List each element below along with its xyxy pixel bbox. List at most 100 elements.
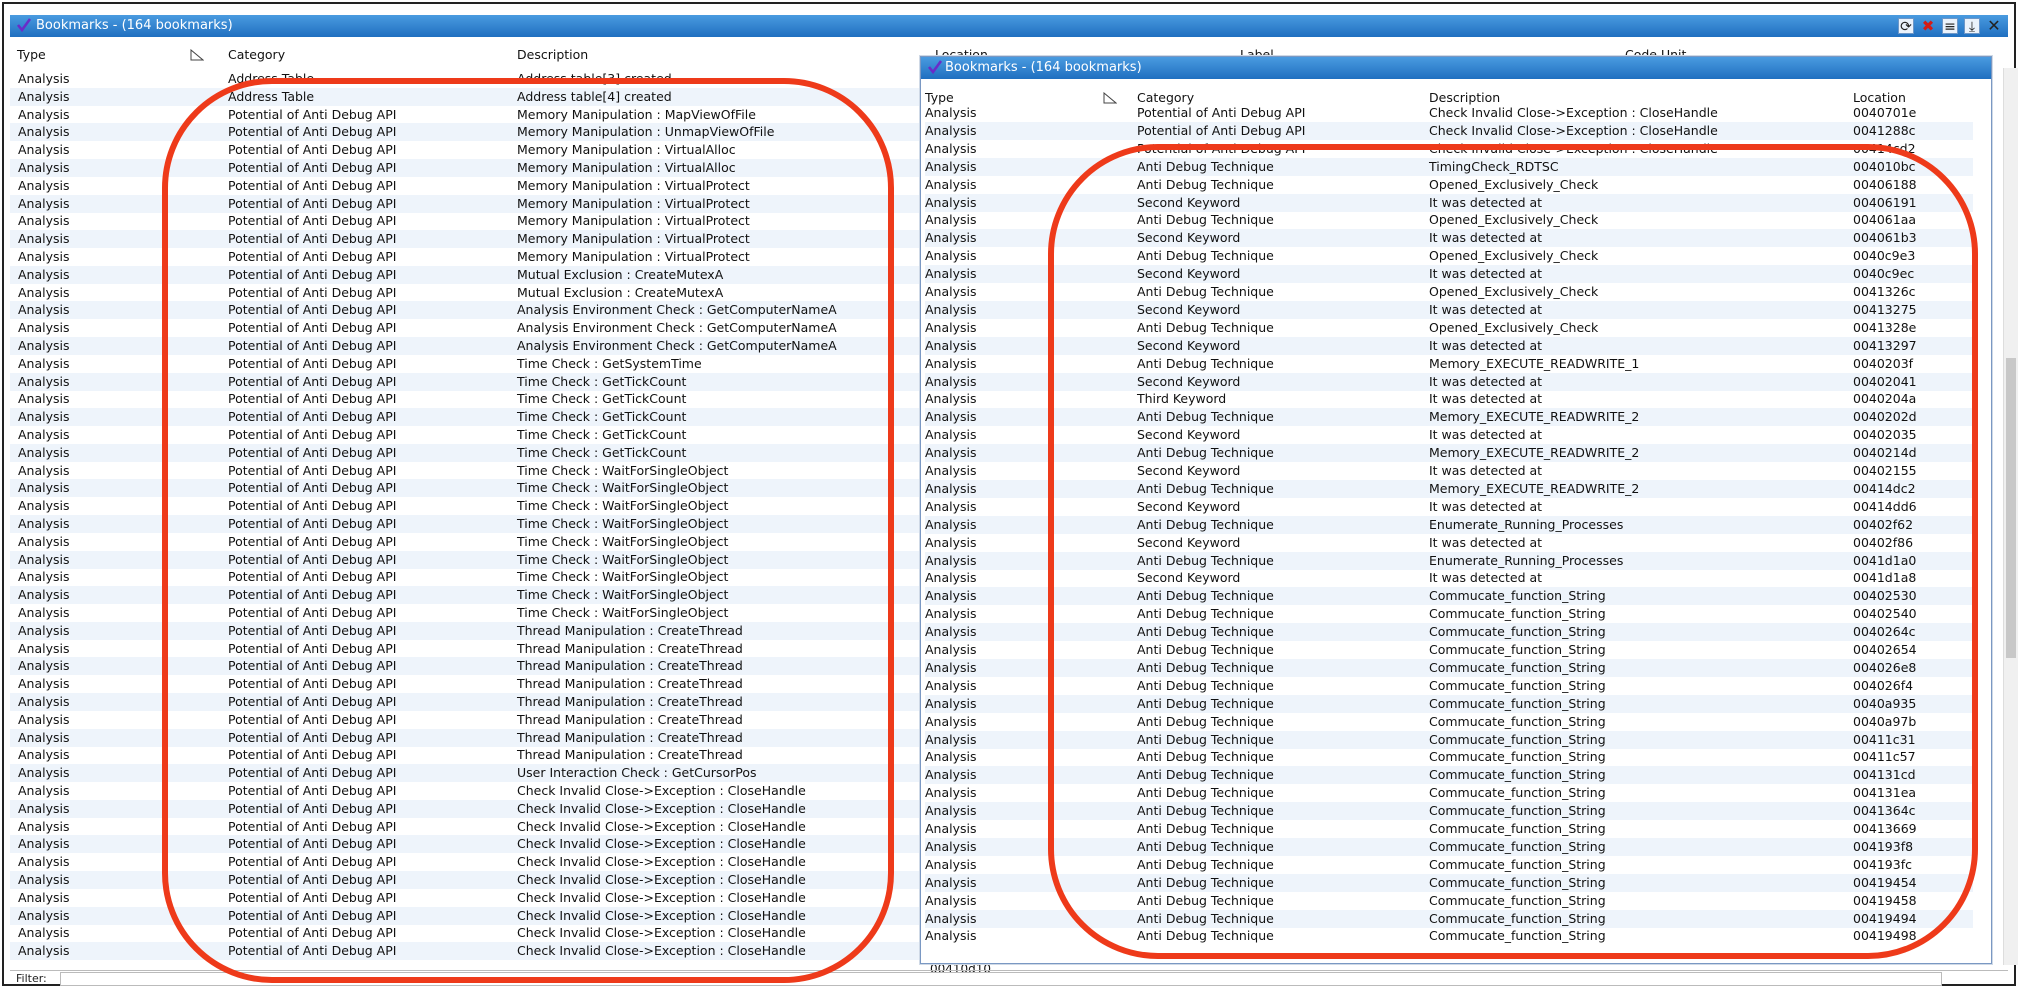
overlay-cell-location: 00419498: [1853, 928, 1917, 944]
overlay-table-row[interactable]: Analysis Anti Debug Technique Commucate_fu…: [925, 892, 1973, 910]
sort-indicator-icon[interactable]: [190, 49, 204, 61]
overlay-table-row[interactable]: Analysis Anti Debug Technique Memory_EXECU…: [925, 408, 1973, 427]
overlay-table-row[interactable]: Analysis Anti Debug Technique Opened_Exclu…: [925, 283, 1973, 301]
overlay-table-row[interactable]: Analysis Potential of Anti Debug API Check…: [925, 107, 1973, 122]
overlay-table-row[interactable]: Analysis Anti Debug Technique Opened_Exclu…: [925, 247, 1973, 265]
overlay-table-row[interactable]: Analysis Anti Debug Technique Commucate_fu…: [925, 677, 1973, 695]
column-header-category[interactable]: Category: [228, 47, 285, 65]
overlay-column-header-description[interactable]: Description: [1429, 90, 1500, 108]
overlay-cell-location: 004193fc: [1853, 856, 1912, 872]
cell-description: Memory Manipulation : UnmapViewOfFile: [517, 124, 775, 140]
cell-category: Potential of Anti Debug API: [228, 729, 397, 745]
overlay-cell-category: Anti Debug Technique: [1137, 767, 1274, 783]
overlay-table-row[interactable]: Analysis Anti Debug Technique Commucate_fu…: [925, 909, 1973, 928]
cell-description: Thread Manipulation : CreateThread: [517, 676, 743, 692]
overlay-cell-type: Analysis: [925, 158, 977, 174]
overlay-table-row[interactable]: Analysis Anti Debug Technique Commucate_fu…: [925, 713, 1973, 731]
overlay-cell-type: Analysis: [925, 516, 977, 532]
cell-type: Analysis: [18, 694, 70, 709]
cell-description: Memory Manipulation : VirtualProtect: [517, 195, 750, 211]
overlay-table-row[interactable]: Analysis Anti Debug Technique Commucate_fu…: [925, 766, 1973, 785]
overlay-table-row[interactable]: Analysis Anti Debug Technique TimingCheck_…: [925, 157, 1973, 176]
cell-description: Analysis Environment Check : GetComputer…: [517, 338, 837, 353]
overlay-table-row[interactable]: Analysis Anti Debug Technique Memory_EXECU…: [925, 444, 1973, 463]
overlay-table-row[interactable]: Analysis Second Keyword It was detected at…: [925, 300, 1973, 319]
overlay-table-row[interactable]: Analysis Potential of Anti Debug API Check…: [925, 140, 1973, 158]
overlay-cell-description: Opened_Exclusively_Check: [1429, 248, 1599, 264]
overlay-table-row[interactable]: Analysis Anti Debug Technique Opened_Exclu…: [925, 211, 1973, 229]
overlay-table-row[interactable]: Analysis Second Keyword It was detected at…: [925, 498, 1973, 516]
overlay-cell-type: Analysis: [925, 122, 977, 138]
overlay-table-row[interactable]: Analysis Second Keyword It was detected at…: [925, 534, 1973, 552]
overlay-table-row[interactable]: Analysis Second Keyword It was detected at…: [925, 372, 1973, 391]
cell-category: Potential of Anti Debug API: [228, 551, 397, 567]
overlay-cell-location: 00402041: [1853, 373, 1917, 389]
overlay-table-row[interactable]: Analysis Anti Debug Technique Enumerate_Ru…: [925, 551, 1973, 570]
overlay-table-row[interactable]: Analysis Anti Debug Technique Commucate_fu…: [925, 927, 1973, 945]
overlay-table-row[interactable]: Analysis Anti Debug Technique Opened_Exclu…: [925, 319, 1973, 337]
cell-description: Time Check : WaitForSingleObject: [517, 462, 729, 478]
overlay-table-row[interactable]: Analysis Anti Debug Technique Commucate_fu…: [925, 837, 1973, 856]
overlay-table-row[interactable]: Analysis Second Keyword It was detected at…: [925, 462, 1973, 480]
overlay-column-header-location[interactable]: Location: [1853, 90, 1906, 108]
overlay-cell-type: Analysis: [925, 230, 977, 246]
cell-description: Thread Manipulation : CreateThread: [517, 658, 743, 674]
column-header-type[interactable]: Type: [17, 47, 46, 65]
overlay-table-row[interactable]: Analysis Anti Debug Technique Memory_EXECU…: [925, 479, 1973, 498]
delete-icon[interactable]: ✖: [1920, 18, 1936, 34]
overlay-table-row[interactable]: Analysis Anti Debug Technique Commucate_fu…: [925, 820, 1973, 838]
overlay-column-header-type[interactable]: Type: [925, 90, 954, 108]
overlay-table-row[interactable]: Analysis Anti Debug Technique Commucate_fu…: [925, 748, 1973, 766]
cell-category: Potential of Anti Debug API: [228, 925, 397, 941]
overlay-table-row[interactable]: Analysis Second Keyword It was detected at…: [925, 193, 1973, 212]
cell-description: Address table[3] created: [517, 71, 672, 86]
export-icon[interactable]: ⤓: [1964, 18, 1980, 35]
overlay-table-row[interactable]: Analysis Anti Debug Technique Commucate_fu…: [925, 873, 1973, 892]
overlay-table-row[interactable]: Analysis Anti Debug Technique Commucate_fu…: [925, 784, 1973, 802]
cell-category: Potential of Anti Debug API: [228, 462, 397, 478]
overlay-table-row[interactable]: Analysis Second Keyword It was detected at…: [925, 569, 1973, 587]
overlay-cell-location: 0040264c: [1853, 624, 1916, 640]
cell-category: Potential of Anti Debug API: [228, 266, 397, 282]
close-icon[interactable]: ✕: [1986, 18, 2002, 34]
cell-description: Time Check : GetSystemTime: [517, 355, 702, 371]
overlay-table-row[interactable]: Analysis Third Keyword It was detected at 0…: [925, 390, 1973, 408]
overlay-table-row[interactable]: Analysis Second Keyword It was detected at…: [925, 265, 1973, 284]
overlay-table-row[interactable]: Analysis Anti Debug Technique Commucate_fu…: [925, 802, 1973, 821]
overlay-table-row[interactable]: Analysis Anti Debug Technique Commucate_fu…: [925, 694, 1973, 713]
cell-description: Time Check : GetTickCount: [517, 427, 687, 442]
overlay-cell-location: 0040202d: [1853, 409, 1917, 425]
cell-category: Potential of Anti Debug API: [228, 106, 397, 122]
cell-category: Potential of Anti Debug API: [228, 569, 397, 585]
overlay-table-row[interactable]: Analysis Anti Debug Technique Enumerate_Ru…: [925, 515, 1973, 534]
scrollbar-thumb[interactable]: [2006, 358, 2016, 658]
overlay-sort-indicator-icon[interactable]: [1103, 92, 1117, 104]
overlay-table-row[interactable]: Analysis Anti Debug Technique Commucate_fu…: [925, 730, 1973, 749]
filter-input[interactable]: [60, 972, 1942, 986]
cell-type: Analysis: [18, 640, 70, 656]
overlay-cell-type: Analysis: [925, 874, 977, 890]
overlay-cell-category: Anti Debug Technique: [1137, 588, 1274, 604]
overlay-table-row[interactable]: Analysis Anti Debug Technique Commucate_fu…: [925, 605, 1973, 623]
overlay-table-row[interactable]: Analysis Anti Debug Technique Commucate_fu…: [925, 658, 1973, 677]
overlay-table-row[interactable]: Analysis Anti Debug Technique Commucate_fu…: [925, 856, 1973, 874]
refresh-icon[interactable]: ⟳: [1898, 18, 1914, 35]
overlay-table-row[interactable]: Analysis Second Keyword It was detected at…: [925, 336, 1973, 355]
overlay-table-row[interactable]: Analysis Anti Debug Technique Opened_Exclu…: [925, 176, 1973, 194]
overlay-table-row[interactable]: Analysis Anti Debug Technique Commucate_fu…: [925, 623, 1973, 642]
overlay-column-header-category[interactable]: Category: [1137, 90, 1194, 108]
cell-description: Time Check : WaitForSingleObject: [517, 605, 729, 620]
cell-description: Check Invalid Close->Exception : CloseHa…: [517, 783, 806, 798]
overlay-table-row[interactable]: Analysis Anti Debug Technique Commucate_fu…: [925, 587, 1973, 606]
menu-icon[interactable]: ≡: [1942, 18, 1958, 35]
overlay-table-row[interactable]: Analysis Anti Debug Technique Commucate_fu…: [925, 641, 1973, 659]
overlay-table-row[interactable]: Analysis Second Keyword It was detected at…: [925, 229, 1973, 248]
overlay-table-row[interactable]: Analysis Potential of Anti Debug API Check…: [925, 121, 1973, 140]
overlay-table-row[interactable]: Analysis Second Keyword It was detected at…: [925, 426, 1973, 444]
column-header-description[interactable]: Description: [517, 47, 588, 65]
overlay-table-row[interactable]: Analysis Anti Debug Technique Memory_EXECU…: [925, 355, 1973, 373]
cell-description: Time Check : GetTickCount: [517, 373, 687, 389]
cell-category: Potential of Anti Debug API: [228, 160, 397, 175]
vertical-scrollbar[interactable]: [2003, 68, 2018, 965]
cell-description: Time Check : WaitForSingleObject: [517, 480, 729, 496]
